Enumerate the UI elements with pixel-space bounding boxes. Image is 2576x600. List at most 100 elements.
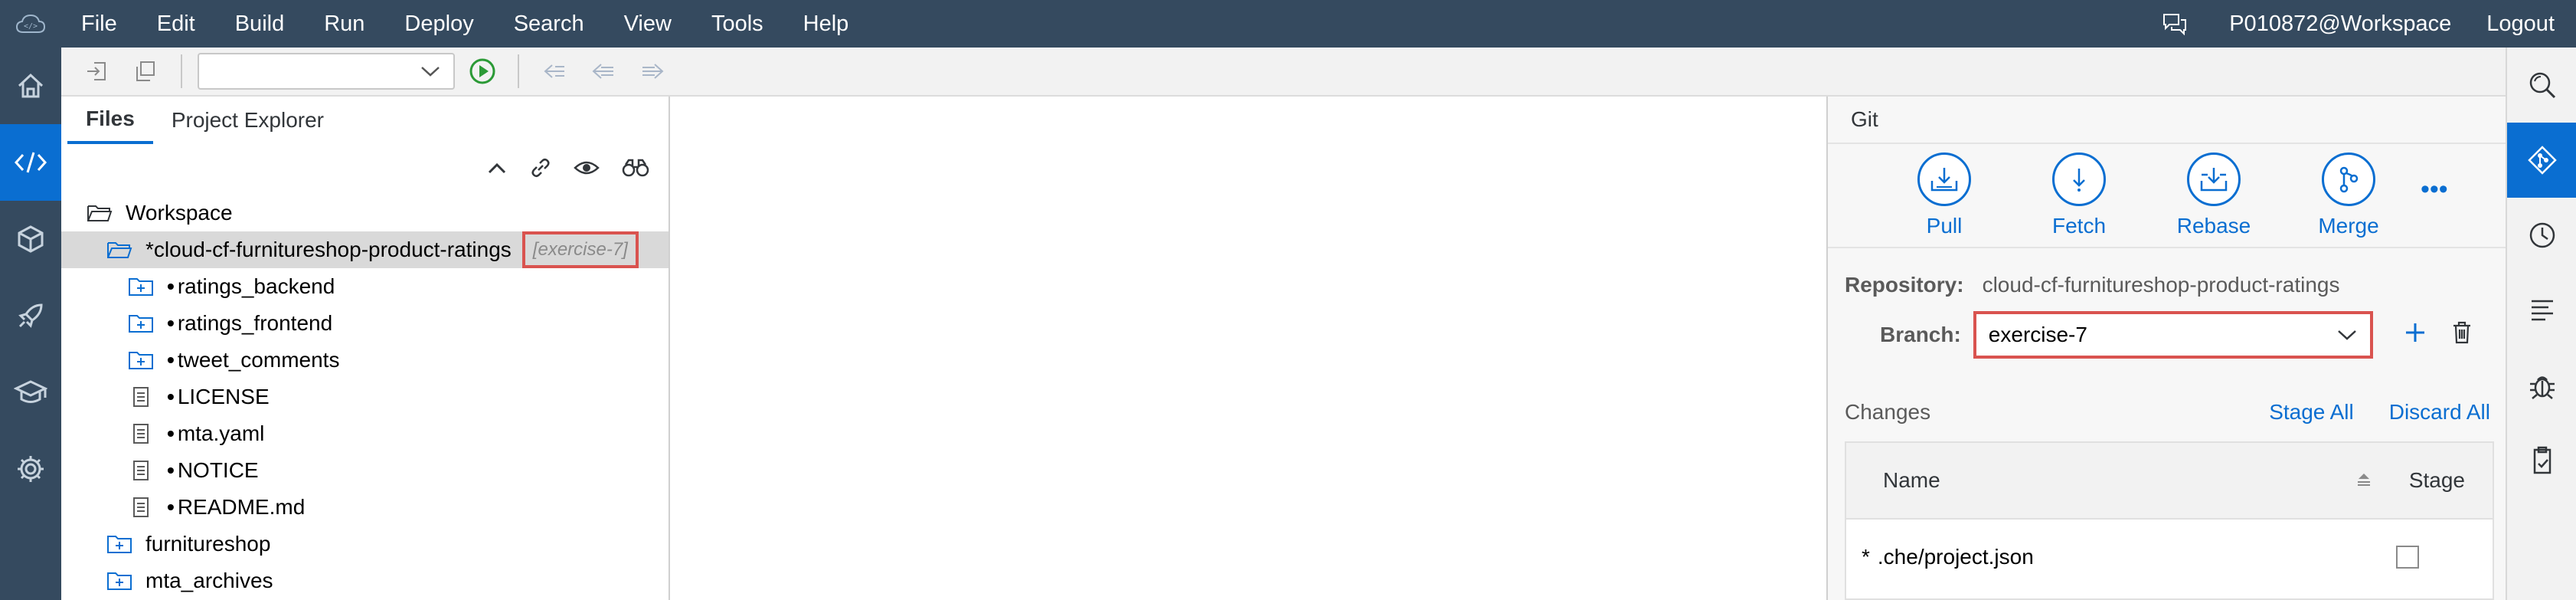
branch-select[interactable]: exercise-7 [1973, 311, 2373, 359]
delete-branch-icon[interactable] [2451, 320, 2473, 350]
tree-item-label: ratings_backend [177, 274, 335, 298]
modified-marker: • [167, 274, 175, 298]
tree-item-folder[interactable]: • tweet_comments [61, 342, 669, 379]
git-panel-title: Git [1828, 97, 2506, 144]
tree-item-folder[interactable]: • ratings_backend [61, 268, 669, 305]
show-hidden-files-icon[interactable] [574, 159, 600, 181]
sort-icon[interactable] [2355, 468, 2372, 493]
search-icon[interactable] [2507, 48, 2576, 123]
code-icon[interactable] [0, 124, 61, 201]
navigate-forward-icon[interactable] [628, 47, 677, 96]
fetch-button[interactable]: Fetch [2012, 152, 2146, 238]
tree-item-file[interactable]: • README.md [61, 489, 669, 526]
tree-item-file[interactable]: • LICENSE [61, 379, 669, 415]
folder-open-icon [104, 234, 135, 265]
stage-checkbox[interactable] [2396, 546, 2419, 569]
modified-marker: • [167, 495, 175, 519]
tree-item-file[interactable]: • NOTICE [61, 452, 669, 489]
menu-search[interactable]: Search [494, 0, 604, 48]
tab-project-explorer[interactable]: Project Explorer [153, 97, 342, 144]
cube-icon[interactable] [0, 201, 61, 277]
menu-build[interactable]: Build [215, 0, 305, 48]
folder-plus-icon [104, 529, 135, 559]
search-files-binoculars-icon[interactable] [621, 158, 650, 182]
add-branch-icon[interactable] [2404, 321, 2427, 349]
tree-item-label: tweet_comments [177, 348, 340, 372]
files-panel-tools [61, 144, 669, 195]
link-with-editor-icon[interactable] [529, 156, 552, 183]
folder-plus-icon [126, 345, 156, 375]
menu-edit[interactable]: Edit [137, 0, 215, 48]
merge-label: Merge [2318, 214, 2379, 238]
main-menu: File Edit Build Run Deploy Search View T… [61, 0, 868, 48]
fetch-icon [2052, 152, 2106, 206]
branch-label: Branch: [1880, 323, 1961, 346]
navigate-back-icon[interactable] [579, 47, 628, 96]
back-to-last-edit-icon[interactable] [530, 47, 579, 96]
column-stage-header[interactable]: Stage [2409, 468, 2465, 493]
tree-item-workspace[interactable]: Workspace [61, 195, 669, 231]
menu-deploy[interactable]: Deploy [384, 0, 493, 48]
tree-item-label: ratings_frontend [177, 311, 333, 335]
git-panel: Git Pull Fetch Rebase Merge ••• Reposito… [1826, 97, 2506, 600]
more-actions-button[interactable]: ••• [2421, 175, 2448, 205]
chat-icon[interactable] [2148, 12, 2202, 35]
tree-item-file[interactable]: • mta.yaml [61, 415, 669, 452]
menu-tools[interactable]: Tools [691, 0, 783, 48]
history-icon[interactable] [2507, 198, 2576, 273]
changes-header: Changes Stage All Discard All [1828, 388, 2506, 437]
run-icon[interactable] [458, 47, 507, 96]
merge-button[interactable]: Merge [2281, 152, 2416, 238]
rocket-icon[interactable] [0, 277, 61, 354]
menu-run[interactable]: Run [304, 0, 384, 48]
pull-button[interactable]: Pull [1877, 152, 2012, 238]
editor-area[interactable] [670, 97, 1826, 600]
tab-files[interactable]: Files [67, 97, 153, 144]
tree-item-label: mta.yaml [177, 421, 265, 445]
tree-item-label: README.md [177, 495, 306, 519]
tree-item-label: furnitureshop [145, 532, 271, 556]
debug-icon[interactable] [2507, 348, 2576, 423]
menu-file[interactable]: File [61, 0, 137, 48]
copy-icon[interactable] [121, 47, 170, 96]
change-file-name: .che/project.json [1877, 545, 2034, 569]
tree-item-label: Workspace [126, 201, 233, 225]
logout-link[interactable]: Logout [2479, 11, 2576, 37]
rebase-icon [2187, 152, 2241, 206]
tree-item-folder[interactable]: furnitureshop [61, 526, 669, 562]
outline-icon[interactable] [2507, 273, 2576, 348]
modified-marker: * [145, 238, 154, 261]
file-icon [126, 382, 156, 412]
tree-item-folder[interactable]: mta_archives [61, 562, 669, 599]
tree-item-label: cloud-cf-furnitureshop-product-ratings [153, 238, 512, 261]
column-name-header[interactable]: Name [1883, 468, 1940, 493]
file-tree: Workspace * cloud-cf-furnitureshop-produ… [61, 195, 669, 599]
branch-row: Branch: exercise-7 [1828, 308, 2506, 362]
repository-label: Repository: [1845, 273, 1964, 297]
svg-text:</>: </> [24, 22, 38, 31]
user-name[interactable]: P010872@Workspace [2202, 11, 2479, 37]
tree-item-folder[interactable]: • ratings_frontend [61, 305, 669, 342]
run-config-select[interactable] [198, 53, 455, 90]
files-panel: Files Project Explorer Workspace * cloud… [61, 97, 670, 600]
cloud-code-logo-icon: </> [0, 0, 61, 48]
discard-all-link[interactable]: Discard All [2389, 400, 2490, 425]
settings-icon[interactable] [0, 431, 61, 507]
stage-all-link[interactable]: Stage All [2269, 400, 2354, 425]
left-activity-bar [0, 48, 61, 600]
tree-item-label: mta_archives [145, 569, 273, 592]
menu-view[interactable]: View [604, 0, 691, 48]
learn-icon[interactable] [0, 354, 61, 431]
rebase-button[interactable]: Rebase [2146, 152, 2281, 238]
clipboard-check-icon[interactable] [2507, 423, 2576, 498]
table-row[interactable]: * .che/project.json [1846, 520, 2493, 595]
files-panel-tabs: Files Project Explorer [61, 97, 669, 144]
tree-item-label: NOTICE [177, 458, 259, 482]
tree-item-project[interactable]: * cloud-cf-furnitureshop-product-ratings… [61, 231, 669, 268]
git-icon[interactable] [2507, 123, 2576, 198]
home-icon[interactable] [0, 48, 61, 124]
git-actions: Pull Fetch Rebase Merge ••• [1828, 144, 2506, 248]
menu-help[interactable]: Help [783, 0, 869, 48]
collapse-all-icon[interactable] [486, 160, 508, 179]
import-icon[interactable] [72, 47, 121, 96]
